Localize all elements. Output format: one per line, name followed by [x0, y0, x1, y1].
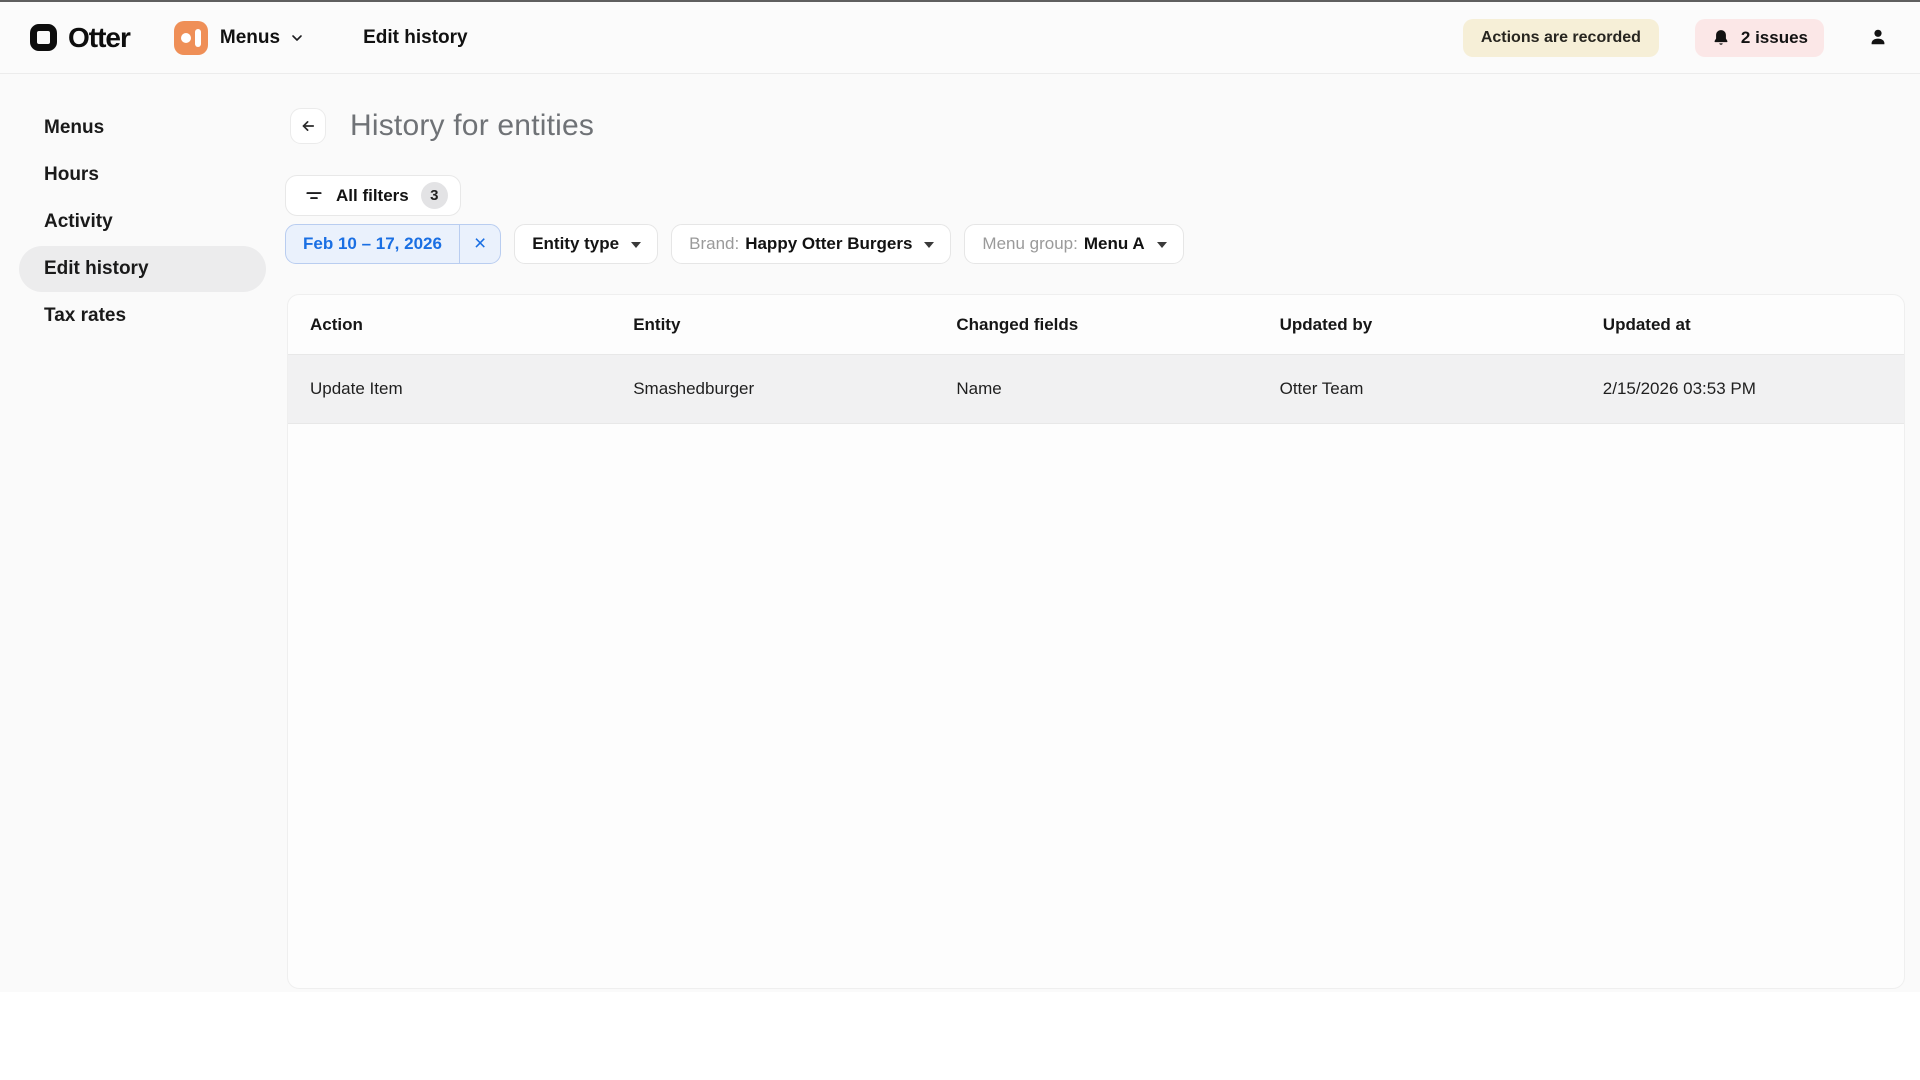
- issues-badge[interactable]: 2 issues: [1695, 19, 1824, 57]
- table-row[interactable]: Update Item Smashedburger Name Otter Tea…: [288, 355, 1904, 424]
- filter-lines-icon: [304, 186, 324, 206]
- sidebar-item-edit-history[interactable]: Edit history: [19, 246, 266, 292]
- sidebar-item-menus[interactable]: Menus: [19, 105, 266, 151]
- issues-badge-label: 2 issues: [1741, 28, 1808, 48]
- cell-entity: Smashedburger: [611, 379, 934, 399]
- chevron-down-icon: [289, 30, 305, 46]
- topbar-page-title: Edit history: [363, 27, 468, 49]
- person-icon: [1866, 26, 1890, 50]
- filter-chip-entity-type[interactable]: Entity type: [514, 224, 658, 264]
- column-header-action: Action: [288, 315, 611, 335]
- app-switcher-label: Menus: [220, 27, 280, 49]
- back-button[interactable]: [290, 108, 326, 144]
- date-range-label: Feb 10 – 17, 2026: [286, 225, 460, 263]
- filter-count-badge: 3: [421, 182, 448, 209]
- main-content: History for entities All filters 3 Feb 1…: [285, 74, 1920, 992]
- caret-down-icon: [631, 242, 641, 248]
- close-icon[interactable]: ×: [460, 225, 500, 263]
- filter-chip-menu-group[interactable]: Menu group: Menu A: [964, 224, 1183, 264]
- cell-updated-by: Otter Team: [1258, 379, 1581, 399]
- bottom-whitespace: [0, 992, 1920, 1079]
- table-header-row: Action Entity Changed fields Updated by …: [288, 295, 1904, 355]
- app-switcher-menus[interactable]: Menus: [174, 21, 305, 55]
- actions-recorded-badge: Actions are recorded: [1463, 19, 1659, 57]
- sidebar-item-activity[interactable]: Activity: [19, 199, 266, 245]
- history-table-card: Action Entity Changed fields Updated by …: [287, 294, 1905, 989]
- top-bar: Otter Menus Edit history Actions are rec…: [0, 2, 1920, 74]
- menus-app-icon: [174, 21, 208, 55]
- otter-brand[interactable]: Otter: [30, 22, 130, 54]
- menu-group-value: Menu A: [1078, 234, 1145, 254]
- column-header-updated-by: Updated by: [1258, 315, 1581, 335]
- filter-chip-date-range[interactable]: Feb 10 – 17, 2026 ×: [285, 224, 501, 264]
- brand-name: Otter: [68, 22, 130, 54]
- page-title: History for entities: [350, 109, 594, 143]
- brand-prefix: Brand:: [672, 234, 739, 254]
- column-header-entity: Entity: [611, 315, 934, 335]
- otter-logo-icon: [30, 24, 57, 51]
- caret-down-icon: [924, 242, 934, 248]
- filter-chip-brand[interactable]: Brand: Happy Otter Burgers: [671, 224, 951, 264]
- column-header-changed-fields: Changed fields: [934, 315, 1257, 335]
- sidebar-item-hours[interactable]: Hours: [19, 152, 266, 198]
- entity-type-label: Entity type: [515, 234, 619, 254]
- brand-value: Happy Otter Burgers: [739, 234, 912, 254]
- all-filters-label: All filters: [336, 186, 409, 206]
- bell-icon: [1711, 28, 1731, 48]
- caret-down-icon: [1157, 242, 1167, 248]
- cell-updated-at: 2/15/2026 03:53 PM: [1581, 379, 1904, 399]
- arrow-left-icon: [299, 117, 317, 135]
- all-filters-button[interactable]: All filters 3: [285, 175, 461, 216]
- user-avatar-button[interactable]: [1866, 26, 1890, 50]
- column-header-updated-at: Updated at: [1581, 315, 1904, 335]
- sidebar: Menus Hours Activity Edit history Tax ra…: [0, 74, 285, 992]
- cell-changed-fields: Name: [934, 379, 1257, 399]
- cell-action: Update Item: [288, 379, 611, 399]
- sidebar-item-tax-rates[interactable]: Tax rates: [19, 293, 266, 339]
- menu-group-prefix: Menu group:: [965, 234, 1077, 254]
